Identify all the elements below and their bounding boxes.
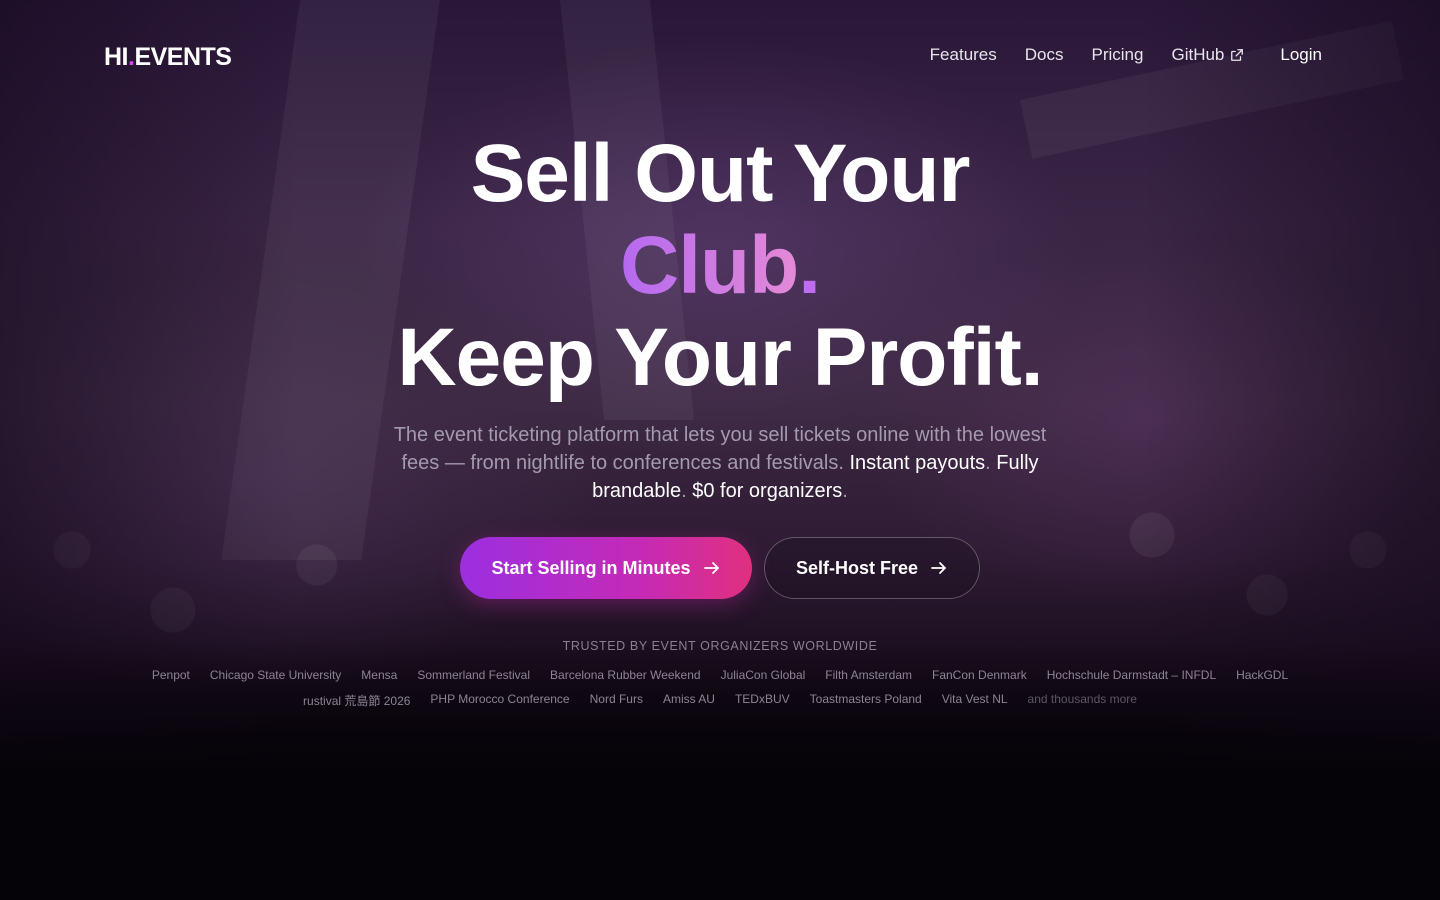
trusted-row-1: Penpot Chicago State University Mensa So… [0,668,1440,682]
login-link[interactable]: Login [1280,45,1322,65]
trusted-row-2: rustival 荒島節 2026 PHP Morocco Conference… [0,692,1440,709]
trusted-org: TEDxBUV [734,692,790,706]
headline-line-1: Sell Out Your [470,128,971,219]
nav-docs-label: Docs [1024,45,1064,64]
nav-pricing-label: Pricing [1091,45,1144,64]
nav-github-label: GitHub [1171,45,1225,64]
trusted-org: Nord Furs [589,692,643,706]
subtitle-highlight-free: $0 for organizers [692,480,843,502]
hero-subtitle: The event ticketing platform that lets y… [385,421,1055,505]
trusted-org: HackGDL [1236,668,1289,682]
trusted-org: Hochschule Darmstadt – INFDL [1046,668,1217,682]
nav-github[interactable]: GitHub [1171,45,1244,65]
trusted-more: and thousands more [1027,692,1137,706]
headline-highlight-dot: . [798,220,821,311]
headline-line-3: Keep Your Profit. [397,312,1043,403]
trusted-heading: TRUSTED BY EVENT ORGANIZERS WORLDWIDE [562,639,878,653]
brand-logo-text-left: HI [104,43,129,71]
trusted-org: Sommerland Festival [417,668,531,682]
trusted-org: Amiss AU [662,692,715,706]
arrow-right-icon [931,562,946,574]
trusted-org: Chicago State University [209,668,342,682]
top-nav: Features Docs Pricing GitHub Login [930,45,1322,65]
trusted-org: PHP Morocco Conference [430,692,570,706]
nav-features-label: Features [929,45,997,64]
brand-logo-text-right: EVENTS [134,43,232,71]
trusted-org: Barcelona Rubber Weekend [550,668,701,682]
trusted-org: Penpot [151,668,190,682]
nav-docs[interactable]: Docs [1025,45,1064,65]
trusted-org: Toastmasters Poland [809,692,922,706]
hero-headline: Sell Out Your Club. Keep Your Profit. [0,128,1440,404]
trusted-org: Mensa [361,668,398,682]
trusted-org: Vita Vest NL [941,692,1008,706]
external-link-icon [1231,49,1244,61]
start-selling-button[interactable]: Start Selling in Minutes [460,537,752,599]
trusted-org: Filth Amsterdam [825,668,912,682]
nav-features[interactable]: Features [930,45,997,65]
arrow-right-icon [703,562,719,574]
brand-logo[interactable]: HI.EVENTS [104,43,232,72]
headline-highlight-word: Club [620,220,799,311]
subtitle-separator: . [842,480,848,502]
start-selling-label: Start Selling in Minutes [491,557,691,578]
headline-line-2: Club. [0,220,1440,312]
subtitle-highlight-payouts: Instant payouts [849,452,986,474]
trusted-org: FanCon Denmark [932,668,1027,682]
self-host-label: Self-Host Free [795,557,919,578]
trusted-org: JuliaCon Global [720,668,806,682]
trusted-org: rustival 荒島節 2026 [303,694,411,708]
nav-pricing[interactable]: Pricing [1092,45,1144,65]
self-host-button[interactable]: Self-Host Free [764,537,980,599]
subtitle-separator: . [985,452,991,474]
subtitle-separator: . [681,480,687,502]
